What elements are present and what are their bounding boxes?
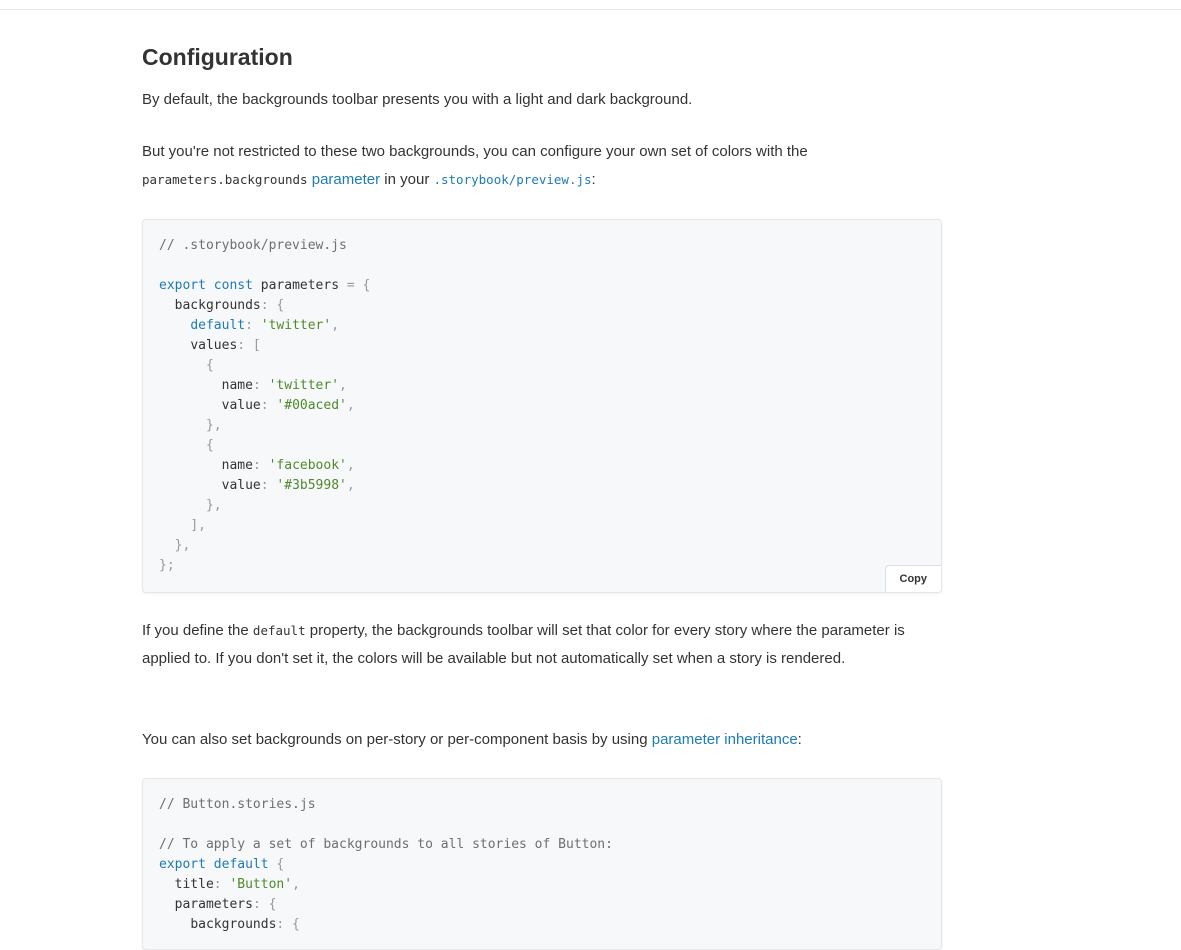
code-val-value-2: '#3b5998' xyxy=(276,478,347,493)
code-val-title: 'Button' xyxy=(229,877,293,892)
code-button-stories: // Button.stories.js // To apply a set o… xyxy=(159,797,613,932)
code-key-name: name xyxy=(221,378,253,393)
code-comment-apply: // To apply a set of backgrounds to all … xyxy=(159,837,613,852)
inline-code-preview-js: .storybook/preview.js xyxy=(433,172,592,187)
default-text-a: If you define the xyxy=(142,622,253,639)
code-key-value: value xyxy=(221,478,261,493)
code-preview: // .storybook/preview.js export const pa… xyxy=(159,238,371,573)
copy-button[interactable]: Copy xyxy=(884,565,941,592)
config-paragraph: But you're not restricted to these two b… xyxy=(142,138,932,194)
code-comment: // .storybook/preview.js xyxy=(159,238,347,253)
code-key-value: value xyxy=(221,398,261,413)
code-block-preview: // .storybook/preview.js export const pa… xyxy=(142,219,942,593)
config-text-colon: : xyxy=(591,171,596,188)
inheritance-text: You can also set backgrounds on per-stor… xyxy=(142,731,652,748)
code-key-backgrounds: backgrounds xyxy=(174,298,261,313)
code-val-default: 'twitter' xyxy=(260,318,332,333)
code-key-parameters: parameters xyxy=(174,897,253,912)
code-key-title: title xyxy=(174,877,214,892)
code-key-default: default xyxy=(190,318,246,333)
intro-paragraph: By default, the backgrounds toolbar pres… xyxy=(142,91,693,108)
code-export-default: export default xyxy=(159,857,269,872)
code-val-name-1: 'twitter' xyxy=(268,378,340,393)
config-text-in: in your xyxy=(380,171,434,188)
code-val-value-1: '#00aced' xyxy=(276,398,347,413)
code-block-button-stories: // Button.stories.js // To apply a set o… xyxy=(142,778,942,950)
inline-code-default: default xyxy=(252,623,306,638)
default-paragraph: If you define the default property, the … xyxy=(142,617,932,673)
page-heading: Configuration xyxy=(142,44,293,70)
config-text: But you're not restricted to these two b… xyxy=(142,143,808,160)
code-key-name: name xyxy=(221,458,253,473)
parameter-link[interactable]: parameter xyxy=(312,171,380,188)
code-key-values: values xyxy=(190,338,238,353)
top-border xyxy=(0,9,1181,10)
code-key-backgrounds-2: backgrounds xyxy=(190,917,277,932)
inheritance-colon: : xyxy=(797,731,802,748)
code-comment-file: // Button.stories.js xyxy=(159,797,316,812)
inline-code-parameters-backgrounds: parameters.backgrounds xyxy=(142,172,308,187)
code-val-name-2: 'facebook' xyxy=(268,458,347,473)
inheritance-paragraph: You can also set backgrounds on per-stor… xyxy=(142,726,932,754)
parameter-inheritance-link[interactable]: parameter inheritance xyxy=(652,731,798,748)
